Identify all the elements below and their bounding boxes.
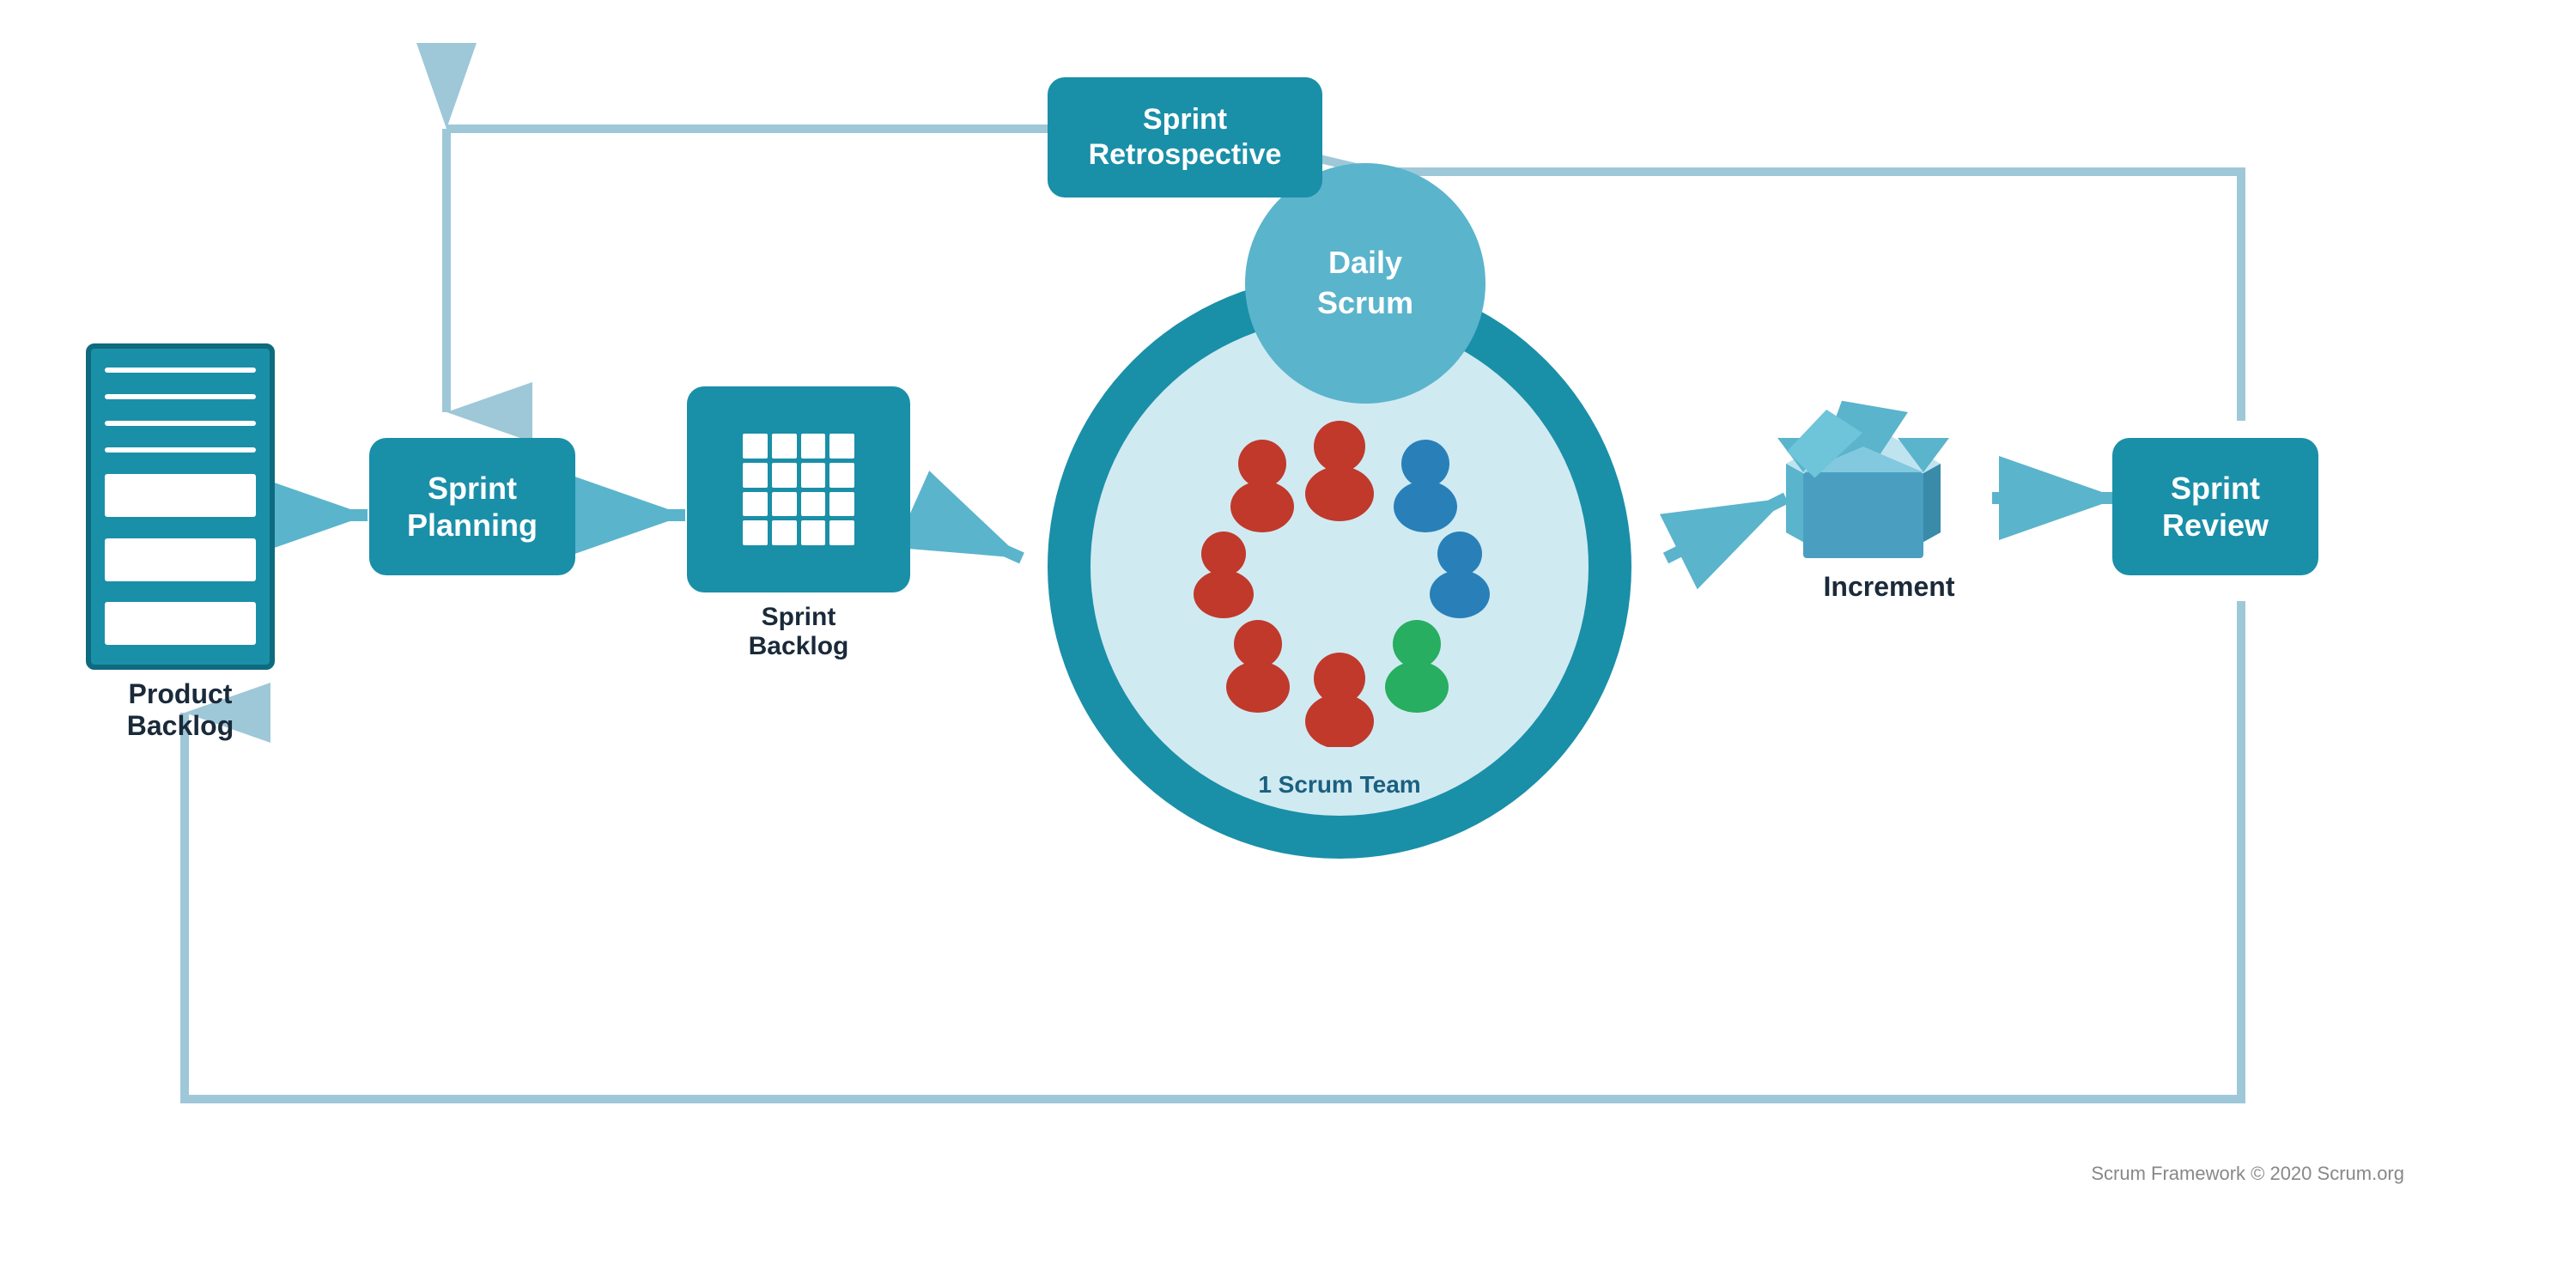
scrum-team-label: 1 Scrum Team bbox=[1258, 771, 1420, 799]
sprint-planning-box: SprintPlanning bbox=[369, 438, 575, 575]
copyright: Scrum Framework © 2020 Scrum.org bbox=[2091, 1163, 2404, 1185]
sprint-backlog-label: SprintBacklog bbox=[687, 603, 910, 661]
backlog-line-7 bbox=[105, 602, 256, 645]
daily-scrum: DailyScrum bbox=[1245, 163, 1485, 404]
product-backlog-label: Product Backlog bbox=[86, 678, 275, 742]
product-backlog: Product Backlog bbox=[86, 343, 275, 704]
backlog-line-1 bbox=[105, 368, 256, 373]
increment-box-icon bbox=[1769, 369, 1958, 558]
sprint-backlog: SprintBacklog bbox=[687, 386, 910, 644]
daily-scrum-circle: DailyScrum bbox=[1245, 163, 1485, 404]
sprint-review-box: SprintReview bbox=[2112, 438, 2318, 575]
daily-scrum-label: DailyScrum bbox=[1317, 243, 1413, 324]
sprint-review-label: SprintReview bbox=[2162, 470, 2269, 544]
sprint-retrospective: SprintRetrospective bbox=[1048, 77, 1322, 197]
sprint-backlog-box bbox=[687, 386, 910, 592]
sprint-review: SprintReview bbox=[2112, 438, 2336, 610]
backlog-line-3 bbox=[105, 421, 256, 426]
sprint-retro-label: SprintRetrospective bbox=[1089, 102, 1282, 173]
sprint-retro-box: SprintRetrospective bbox=[1048, 77, 1322, 197]
sprint-backlog-grid bbox=[743, 434, 854, 545]
product-backlog-box bbox=[86, 343, 275, 670]
backlog-line-4 bbox=[105, 447, 256, 453]
diagram-container: Product Backlog SprintPlanning bbox=[0, 0, 2576, 1288]
backlog-line-6 bbox=[105, 538, 256, 581]
team-members-svg bbox=[1159, 386, 1520, 747]
backlog-line-5 bbox=[105, 474, 256, 517]
backlog-line-2 bbox=[105, 394, 256, 399]
increment-label: Increment bbox=[1769, 571, 2009, 603]
sprint-planning: SprintPlanning bbox=[369, 438, 575, 610]
increment: Increment bbox=[1769, 369, 2009, 627]
sprint-planning-label: SprintPlanning bbox=[407, 470, 538, 544]
